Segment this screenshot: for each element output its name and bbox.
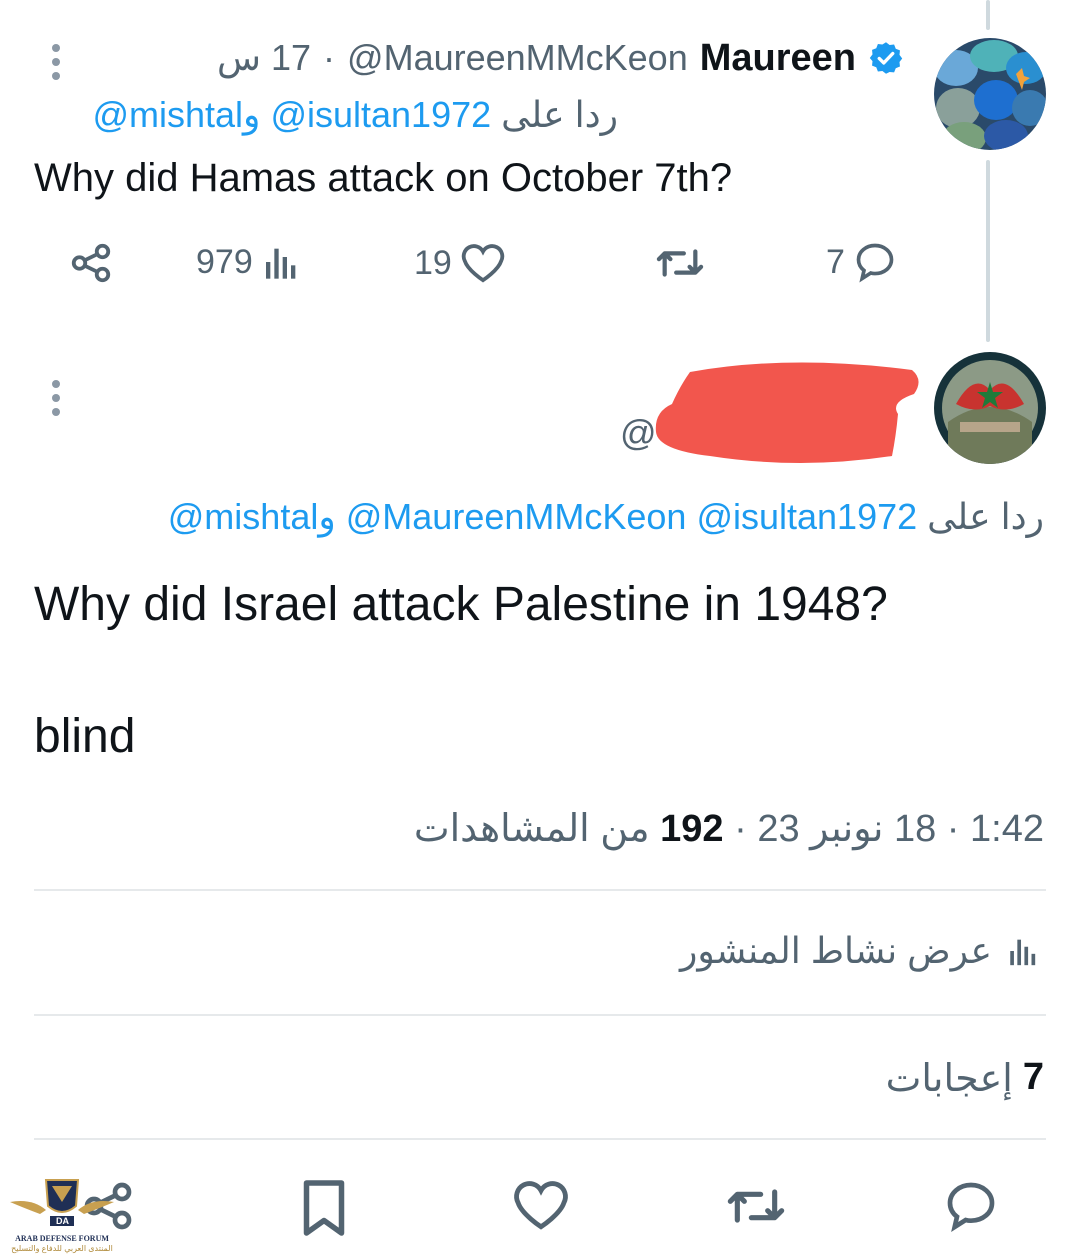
- watermark-line2: المنتدى العربي للدفاع والتسليح: [11, 1244, 113, 1253]
- tweet2-text: Why did Israel attack Palestine in 1948?…: [34, 578, 888, 763]
- views-button[interactable]: 979: [196, 242, 301, 282]
- retweet-icon: [656, 249, 704, 277]
- tweet2-views-label: من المشاهدات: [413, 808, 650, 850]
- separator-dot: ·: [323, 37, 336, 78]
- thread-line-middle: [986, 160, 990, 342]
- tweet2-replying-to: ردا على @isultan1972 @MaureenMMcKeon و@m…: [168, 496, 1044, 538]
- likes-label: إعجابات: [885, 1058, 1013, 1100]
- tweet1-time: 17 س: [217, 37, 312, 78]
- tweet1-handle[interactable]: @MaureenMMcKeon: [347, 37, 688, 79]
- watermark-logo-text: DA: [56, 1216, 69, 1226]
- tweet1-header: 17 س · @MaureenMMcKeon Maureen: [217, 34, 904, 82]
- likes-summary[interactable]: 7 إعجابات: [886, 1056, 1044, 1101]
- tweet1-text: Why did Hamas attack on October 7th?: [34, 156, 733, 200]
- reply-icon: [856, 243, 894, 283]
- share-icon: [71, 243, 111, 283]
- avatar-image: [934, 352, 1046, 464]
- retweet-button[interactable]: [654, 240, 706, 286]
- views-count: 979: [196, 242, 253, 281]
- verified-icon: [869, 42, 903, 74]
- reply-prefix: ردا على: [927, 496, 1044, 537]
- watermark-line1: ARAB DEFENSE FORUM: [15, 1234, 109, 1243]
- tweet2-time[interactable]: 1:42: [970, 808, 1044, 850]
- avatar-maureen[interactable]: [934, 38, 1046, 150]
- divider: [34, 889, 1046, 891]
- reply-prefix: ردا على: [501, 94, 618, 135]
- redaction-scribble: [655, 362, 919, 463]
- like-icon[interactable]: [512, 1178, 570, 1232]
- retweet-icon[interactable]: [724, 1178, 788, 1234]
- like-count: 19: [414, 243, 452, 282]
- avatar-image: [934, 38, 1046, 150]
- views-icon: [1010, 939, 1036, 966]
- reply-handle-isultan[interactable]: @isultan1972: [696, 496, 917, 537]
- likes-count: 7: [1022, 1056, 1044, 1098]
- reply-handle-isultan[interactable]: @isultan1972: [270, 94, 491, 135]
- like-icon: [461, 244, 505, 283]
- tweet2-date[interactable]: 18 نونبر 23: [757, 808, 936, 850]
- reply-icon[interactable]: [942, 1178, 1000, 1234]
- reply-count: 7: [826, 242, 845, 281]
- tweet1-display-name[interactable]: Maureen: [700, 37, 856, 80]
- watermark-logo: DA ARAB DEFENSE FORUM المنتدى العربي للد…: [6, 1172, 118, 1258]
- divider: [34, 1138, 1046, 1140]
- tweet2-views-count: 192: [660, 808, 724, 850]
- like-button[interactable]: 19: [414, 242, 506, 284]
- view-post-activity-button[interactable]: عرض نشاط المنشور: [680, 930, 1040, 972]
- more-icon[interactable]: [50, 44, 62, 80]
- divider: [34, 1014, 1046, 1016]
- more-icon-tweet2[interactable]: [50, 380, 62, 416]
- views-icon: [265, 248, 296, 279]
- thread-line-top: [986, 0, 990, 30]
- share-button[interactable]: [68, 240, 114, 286]
- activity-label: عرض نشاط المنشور: [679, 930, 992, 971]
- tweet2-meta: 1:42 · 18 نونبر 23 · 192 من المشاهدات: [413, 808, 1044, 850]
- reply-button[interactable]: 7: [826, 240, 897, 284]
- reply-joiner: و: [318, 496, 336, 537]
- reply-handle-mishtal[interactable]: @mishtal: [92, 94, 243, 135]
- reply-handle-maureen[interactable]: @MaureenMMcKeon: [346, 496, 687, 537]
- avatar-redacted-user[interactable]: [934, 352, 1046, 464]
- reply-handle-mishtal[interactable]: @mishtal: [168, 496, 319, 537]
- tweet1-replying-to: ردا على @isultan1972 و@mishtal: [92, 94, 618, 136]
- reply-joiner: و: [243, 94, 261, 135]
- bookmark-icon[interactable]: [298, 1178, 350, 1238]
